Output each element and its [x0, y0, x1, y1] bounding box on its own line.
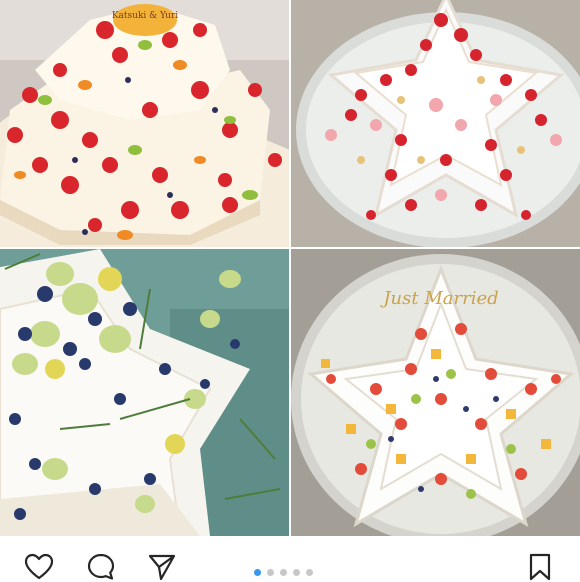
heart-icon[interactable] — [24, 552, 54, 582]
cake-plaque-text: Katsuki & Yuri — [112, 11, 178, 21]
carousel-dot — [267, 569, 274, 576]
photo-star-cake-strawberry-kiwi: Katsuki & Yuri — [0, 0, 289, 247]
photo-star-cake-strawberry-hearts — [291, 0, 580, 247]
carousel-dot-active — [254, 569, 261, 576]
carousel-indicator — [254, 569, 313, 577]
comment-bubble-icon[interactable] — [86, 552, 116, 582]
carousel-dot — [280, 569, 287, 576]
photo-star-cake-mixed-fruit: Just Married — [291, 249, 580, 536]
bookmark-icon[interactable] — [525, 552, 555, 582]
carousel-dot — [293, 569, 300, 576]
cake-topper-text: Just Married — [379, 288, 498, 309]
photo-star-cake-blueberry-grape — [0, 249, 289, 536]
carousel-dot — [306, 569, 313, 576]
paper-plane-icon[interactable] — [147, 552, 177, 582]
photo-collage[interactable]: Katsuki & Yuri Just Married — [0, 0, 580, 536]
